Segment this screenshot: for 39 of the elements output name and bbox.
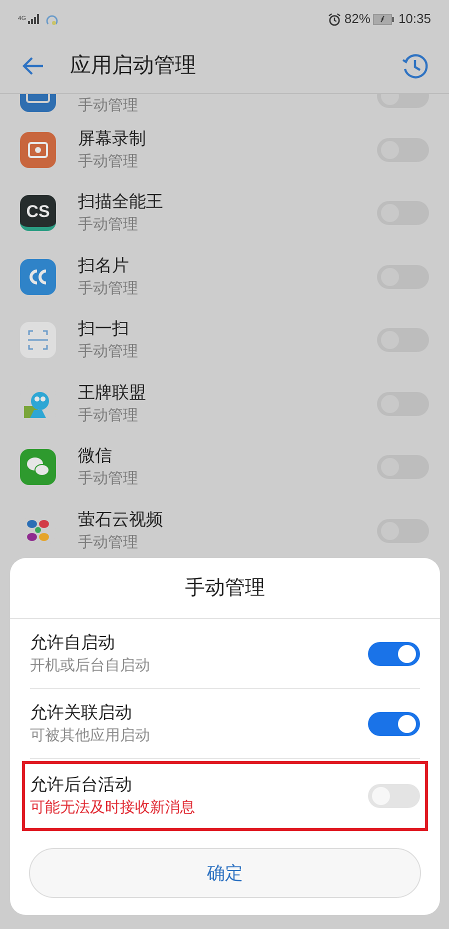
option-description: 开机或后台自启动 (30, 656, 151, 676)
page-title: 应用启动管理 (70, 52, 197, 79)
option-label: 允许自启动 (30, 632, 116, 654)
option-label: 允许关联启动 (30, 702, 133, 724)
option-description: 可能无法及时接收新消息 (30, 798, 196, 818)
app-name: 扫描全能王 (78, 191, 164, 214)
dialog-title: 手动管理 (185, 576, 265, 601)
app-subtitle: 手动管理 (78, 532, 139, 553)
confirm-button[interactable]: 确定 (29, 848, 421, 898)
option-description: 可被其他应用启动 (30, 726, 151, 746)
option-label: 允许后台活动 (30, 774, 133, 796)
battery-icon (373, 14, 396, 24)
app-name: 王牌联盟 (78, 382, 147, 404)
cs-app-icon: CS (20, 195, 56, 232)
app-subtitle: 手动管理 (78, 96, 139, 116)
app-name: 扫一扫 (78, 318, 130, 340)
toggle-switch[interactable] (368, 784, 420, 808)
app-name: 屏幕录制 (78, 128, 147, 150)
battery-percent: 82% (344, 10, 370, 28)
app-subtitle: 手动管理 (78, 406, 139, 426)
app-icon (20, 449, 56, 486)
app-subtitle: 手动管理 (78, 469, 139, 490)
alarm-icon (328, 12, 342, 26)
toggle-switch[interactable] (368, 712, 420, 736)
clock-time: 10:35 (398, 10, 431, 28)
app-icon (20, 258, 56, 295)
signal-icon (28, 14, 40, 24)
app-icon (20, 132, 56, 168)
app-icon (20, 322, 56, 358)
app-name: 萤石云视频 (78, 508, 164, 531)
app-name: 扫名片 (78, 254, 130, 277)
app-name: 微信 (78, 445, 113, 468)
app-subtitle: 手动管理 (78, 215, 139, 236)
app-subtitle: 手动管理 (78, 278, 139, 299)
app-subtitle: 手动管理 (78, 342, 139, 362)
app-subtitle: 手动管理 (78, 152, 139, 172)
toggle-switch[interactable] (368, 642, 420, 666)
history-button[interactable] (401, 52, 429, 80)
cloud-icon (46, 13, 58, 25)
